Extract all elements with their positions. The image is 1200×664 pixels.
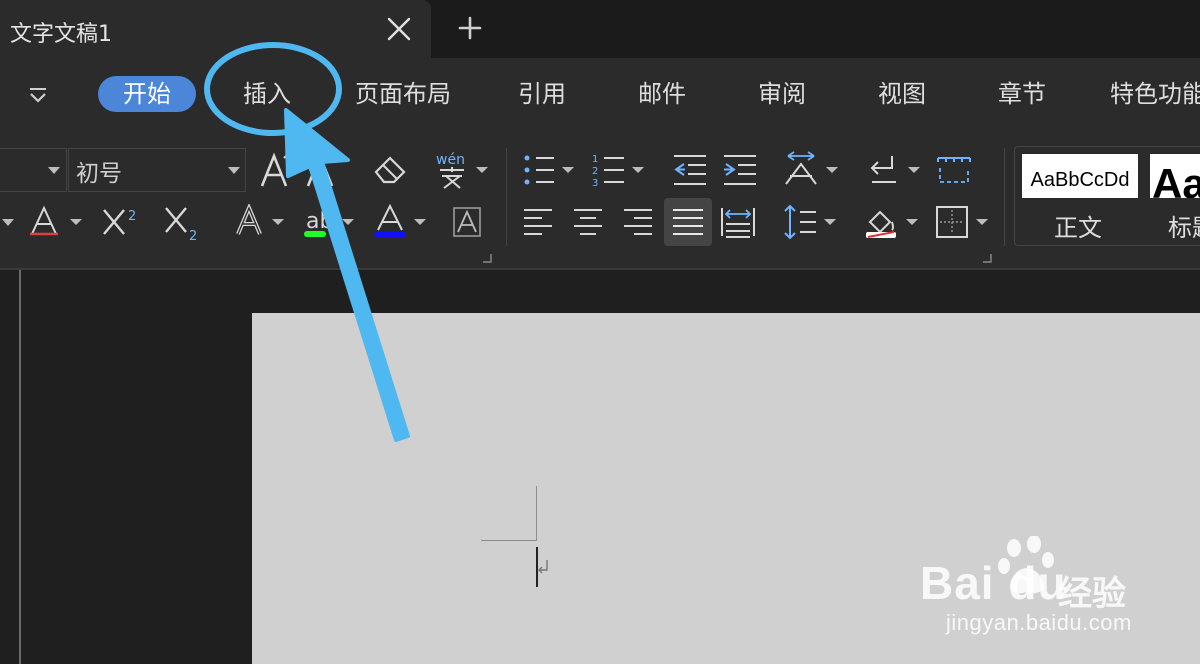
svg-text:3: 3 <box>592 178 598 188</box>
chevron-down-icon[interactable] <box>26 84 50 108</box>
dialog-launcher-icon[interactable] <box>482 253 492 263</box>
line-break-icon[interactable] <box>866 152 926 188</box>
highlight-icon[interactable]: ab <box>302 204 362 240</box>
svg-text:wén: wén <box>436 152 465 168</box>
tab-home[interactable]: 开始 <box>98 76 196 112</box>
tab-mailings[interactable]: 邮件 <box>638 74 686 114</box>
chevron-down-icon[interactable] <box>2 219 14 226</box>
borders-icon[interactable] <box>934 204 994 240</box>
shading-icon[interactable] <box>864 204 924 240</box>
decrease-font-size-icon[interactable] <box>304 150 348 190</box>
margin-corner-mark <box>481 540 537 541</box>
increase-font-size-icon[interactable] <box>258 150 298 190</box>
tab-view[interactable]: 视图 <box>878 74 926 114</box>
document-tab-title: 文字文稿1 <box>10 22 112 47</box>
tab-references[interactable]: 引用 <box>518 74 566 114</box>
line-spacing-icon[interactable] <box>782 204 842 240</box>
tab-insert[interactable]: 插入 <box>243 74 291 114</box>
watermark-url: jingyan.baidu.com <box>946 610 1132 635</box>
justify-icon[interactable] <box>664 198 712 246</box>
subscript-icon[interactable]: 2 <box>164 204 204 244</box>
style-normal-label: 正文 <box>1054 214 1102 242</box>
table-ruler-icon[interactable] <box>936 154 972 186</box>
style-normal-preview[interactable]: AaBbCcDd <box>1022 154 1138 198</box>
svg-text:2: 2 <box>128 209 136 224</box>
font-color-icon[interactable] <box>372 204 432 240</box>
watermark-cn: 经验 <box>1058 574 1126 614</box>
tab-page-layout[interactable]: 页面布局 <box>355 74 451 114</box>
numbered-list-icon[interactable]: 123 <box>592 152 648 188</box>
tab-special-features[interactable]: 特色功能 <box>1110 74 1200 114</box>
align-left-icon[interactable] <box>522 206 554 238</box>
style-heading-label: 标题 <box>1168 214 1200 242</box>
pinyin-guide-icon[interactable]: wén <box>434 150 494 190</box>
character-border-icon[interactable] <box>452 206 482 238</box>
bullet-list-icon[interactable] <box>522 152 578 188</box>
align-right-icon[interactable] <box>622 206 654 238</box>
svg-text:1: 1 <box>592 154 598 165</box>
text-effect-icon[interactable] <box>234 204 294 240</box>
close-icon[interactable] <box>384 14 414 44</box>
svg-text:2: 2 <box>189 229 197 244</box>
tab-sections[interactable]: 章节 <box>998 74 1046 114</box>
plus-icon[interactable] <box>455 13 485 43</box>
distributed-align-icon[interactable] <box>720 204 756 240</box>
font-color-icon[interactable] <box>28 204 88 240</box>
eraser-icon[interactable] <box>372 152 408 188</box>
group-separator <box>1004 148 1005 246</box>
paw-logo-icon <box>998 536 1058 600</box>
decrease-indent-icon[interactable] <box>672 152 708 188</box>
vertical-ruler <box>19 270 21 664</box>
superscript-icon[interactable]: 2 <box>102 204 142 240</box>
tab-review[interactable]: 审阅 <box>758 74 806 114</box>
font-size-value: 初号 <box>76 161 122 187</box>
dialog-launcher-icon[interactable] <box>982 253 992 263</box>
style-heading-preview[interactable]: Aa <box>1150 154 1200 198</box>
margin-corner-mark <box>536 486 537 540</box>
svg-text:ab: ab <box>306 209 333 234</box>
chevron-down-icon[interactable] <box>228 167 240 174</box>
group-separator <box>506 148 507 246</box>
chinese-layout-icon[interactable] <box>784 150 844 190</box>
align-center-icon[interactable] <box>572 206 604 238</box>
chevron-down-icon[interactable] <box>48 167 60 174</box>
svg-text:2: 2 <box>592 166 598 177</box>
paragraph-mark-icon <box>536 558 550 578</box>
increase-indent-icon[interactable] <box>722 152 758 188</box>
